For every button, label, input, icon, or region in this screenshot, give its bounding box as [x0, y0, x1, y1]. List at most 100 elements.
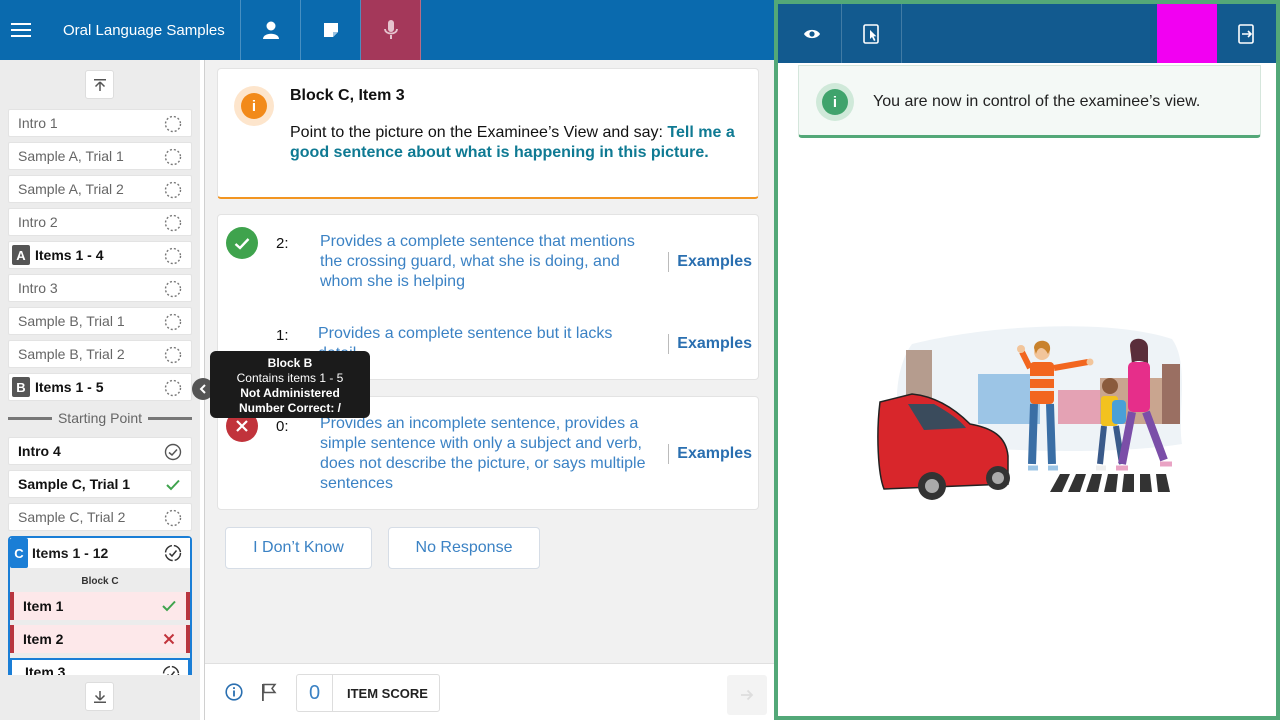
sidebar-item-label: Items 1 - 4	[35, 247, 104, 263]
info-icon: i	[241, 93, 267, 119]
sidebar-item-label: Item 3	[25, 664, 66, 675]
item-footer-bar: 0 ITEM SCORE	[205, 663, 775, 720]
no-response-button[interactable]: No Response	[388, 527, 540, 569]
sidebar-item-block-a[interactable]: A Items 1 - 4	[8, 241, 192, 269]
instruction-text: Point to the picture on the Examinee’s V…	[290, 124, 668, 141]
examples-link[interactable]: Examples	[668, 444, 752, 464]
sidebar-item-sample-c-trial-1[interactable]: Sample C, Trial 1	[8, 470, 192, 498]
chevron-left-icon	[199, 384, 206, 394]
not-started-icon	[164, 509, 182, 527]
sidebar-item-intro-2[interactable]: Intro 2	[8, 208, 192, 236]
sidebar-item-label: Sample C, Trial 1	[18, 476, 131, 492]
not-started-icon	[164, 313, 182, 331]
sidebar-item-label: Item 1	[23, 598, 64, 614]
eye-icon	[803, 29, 820, 38]
not-started-icon	[164, 379, 182, 397]
not-started-icon	[164, 346, 182, 364]
arrow-down-to-bottom-icon	[93, 690, 106, 703]
sidebar-item-block-c-item-2[interactable]: Item 2	[10, 625, 190, 653]
block-letter-badge: B	[12, 377, 30, 397]
sidebar-item-block-c-item-3[interactable]: Item 3	[10, 658, 190, 675]
sidebar-item-intro-4[interactable]: Intro 4	[8, 437, 192, 465]
sidebar-item-label: Sample B, Trial 1	[18, 313, 125, 329]
arrow-up-to-top-icon	[93, 78, 106, 91]
crossing-guard-picture	[877, 326, 1182, 500]
not-started-icon	[164, 280, 182, 298]
hamburger-icon	[11, 23, 31, 37]
microphone-icon	[383, 20, 398, 39]
notes-icon	[323, 23, 338, 37]
flag-icon	[262, 683, 277, 701]
item-info-button[interactable]	[225, 683, 243, 706]
sidebar-item-intro-1[interactable]: Intro 1	[8, 109, 192, 137]
checkmark-icon	[160, 597, 178, 615]
info-circle-icon	[225, 683, 243, 701]
sidebar-item-label: Intro 3	[18, 280, 58, 296]
touch-screen-icon	[862, 23, 879, 44]
sidebar-item-label: Sample B, Trial 2	[18, 346, 125, 362]
arrow-right-icon	[741, 689, 754, 701]
divider-line	[8, 416, 52, 420]
sidebar-item-sample-a-trial-2[interactable]: Sample A, Trial 2	[8, 175, 192, 203]
preview-examinee-button[interactable]	[782, 4, 842, 63]
sidebar-item-block-b[interactable]: B Items 1 - 5	[8, 373, 192, 401]
notes-button[interactable]	[301, 0, 361, 60]
tooltip-number-correct: Number Correct: /	[238, 401, 342, 415]
sidebar-item-block-c-item-1[interactable]: Item 1	[10, 592, 190, 620]
sidebar-item-label: Sample A, Trial 2	[18, 181, 124, 197]
sidebar-item-label: Items 1 - 12	[32, 545, 109, 561]
control-notice: i You are now in control of the examinee…	[798, 65, 1261, 138]
info-badge: i	[816, 83, 854, 121]
examples-link[interactable]: Examples	[668, 334, 752, 354]
flag-item-button[interactable]	[261, 683, 277, 706]
microphone-button[interactable]	[361, 0, 421, 60]
x-mark-icon	[160, 630, 178, 648]
exit-screen-icon	[1238, 23, 1254, 44]
score-value: 2:	[276, 235, 289, 252]
highlight-block	[1157, 4, 1217, 63]
jump-to-bottom-button[interactable]	[85, 682, 114, 711]
block-b-tooltip: Block B Contains items 1 - 5 Not Adminis…	[210, 351, 370, 418]
item-prompt-card: i Block C, Item 3 Point to the picture o…	[217, 68, 759, 199]
item-score-label: ITEM SCORE	[347, 685, 428, 701]
control-notice-text: You are now in control of the examinee’s…	[873, 93, 1201, 110]
item-instruction: Point to the picture on the Examinee’s V…	[290, 123, 740, 163]
item-navigation-sidebar: Intro 1 Sample A, Trial 1 Sample A, Tria…	[0, 60, 200, 720]
i-dont-know-button[interactable]: I Don’t Know	[225, 527, 372, 569]
menu-button[interactable]	[0, 0, 42, 60]
checkmark-icon	[164, 476, 182, 494]
block-c-caption: Block C	[81, 576, 119, 587]
examinee-touch-control-button[interactable]	[842, 4, 902, 63]
tooltip-status: Not Administered	[240, 386, 340, 400]
examples-link[interactable]: Examples	[668, 252, 752, 272]
sidebar-item-sample-c-trial-2[interactable]: Sample C, Trial 2	[8, 503, 192, 531]
score-option-2[interactable]: 2: Provides a complete sentence that men…	[218, 215, 758, 305]
info-icon: i	[822, 89, 848, 115]
sidebar-footer	[0, 675, 200, 720]
block-c-group: C Items 1 - 12 Block C Item 1 Item 2 Ite…	[8, 536, 192, 675]
examinee-view-panel: i You are now in control of the examinee…	[774, 0, 1280, 720]
sidebar-item-label: Intro 4	[18, 443, 61, 459]
examinee-toolbar	[778, 4, 1276, 63]
sidebar-item-sample-b-trial-2[interactable]: Sample B, Trial 2	[8, 340, 192, 368]
tooltip-contents: Contains items 1 - 5	[236, 371, 344, 385]
sidebar-item-sample-b-trial-1[interactable]: Sample B, Trial 1	[8, 307, 192, 335]
exit-examinee-view-button[interactable]	[1217, 4, 1277, 63]
score-value: 1:	[276, 327, 289, 344]
starting-point-label: Starting Point	[57, 410, 143, 426]
score-description: Provides an incomplete sentence, provide…	[320, 415, 646, 492]
sidebar-item-label: Item 2	[23, 631, 64, 647]
examinee-info-button[interactable]	[241, 0, 301, 60]
item-score-display: 0 ITEM SCORE	[296, 674, 440, 712]
sidebar-scroll-area[interactable]: Intro 1 Sample A, Trial 1 Sample A, Tria…	[0, 60, 200, 675]
jump-to-top-button[interactable]	[85, 70, 114, 99]
sidebar-item-sample-a-trial-1[interactable]: Sample A, Trial 1	[8, 142, 192, 170]
sidebar-item-label: Sample C, Trial 2	[18, 509, 126, 525]
tooltip-title: Block B	[267, 356, 313, 370]
not-started-icon	[164, 148, 182, 166]
sidebar-item-intro-3[interactable]: Intro 3	[8, 274, 192, 302]
next-item-button[interactable]	[727, 675, 767, 715]
sidebar-item-block-c[interactable]: C Items 1 - 12	[10, 538, 190, 568]
check-circle-icon	[164, 443, 182, 461]
sidebar-item-label: Sample A, Trial 1	[18, 148, 124, 164]
